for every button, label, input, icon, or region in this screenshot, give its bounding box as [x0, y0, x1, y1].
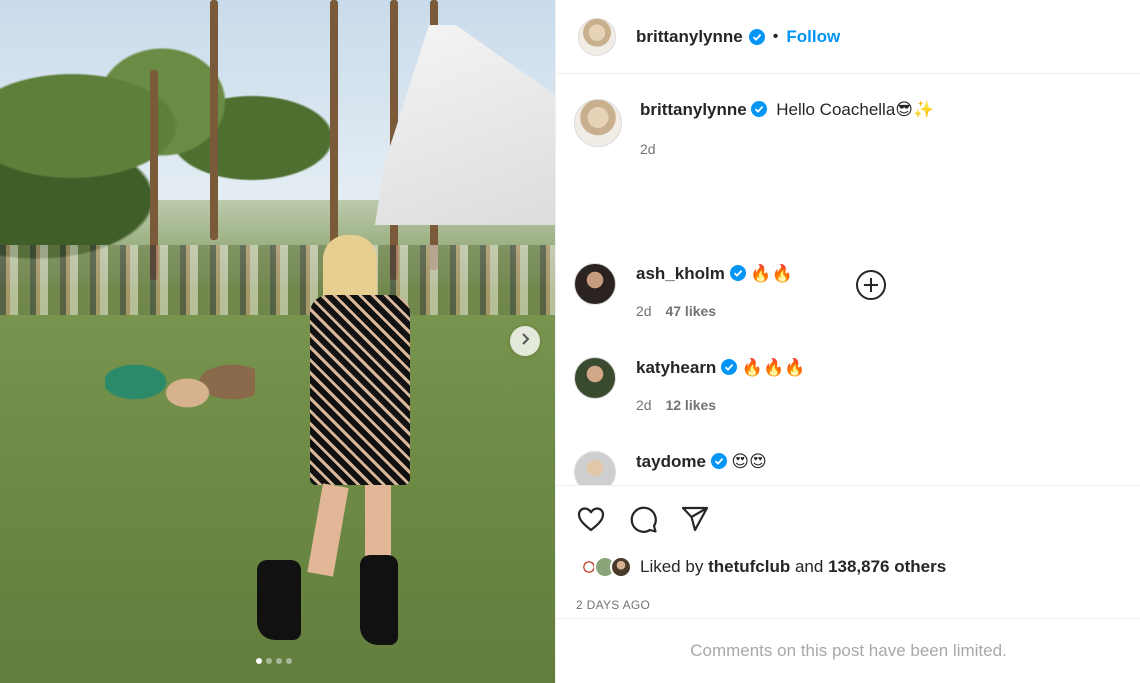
next-photo-button[interactable] [510, 326, 540, 356]
photo-seated-group [105, 338, 255, 448]
comment-username[interactable]: taydome [636, 452, 706, 471]
post-actions: Liked by thetufclub and 138,876 others 2… [556, 485, 1140, 618]
plus-circle-icon[interactable] [855, 269, 887, 301]
comment-time: 2d [636, 303, 652, 319]
carousel-dot [256, 658, 262, 664]
likes-and: and [794, 557, 824, 576]
verified-badge-icon [710, 453, 727, 469]
follow-button[interactable]: Follow [786, 27, 840, 47]
likes-count[interactable]: 138,876 others [828, 557, 946, 576]
verified-badge-icon [751, 101, 768, 117]
verified-badge-icon [729, 265, 746, 281]
post-photo[interactable] [0, 0, 555, 683]
post-date[interactable]: 2 DAYS AGO [576, 598, 650, 612]
palm-trunk [330, 0, 338, 250]
caption-username[interactable]: brittanylynne [640, 100, 747, 119]
commenter-avatar[interactable] [574, 357, 616, 399]
heart-icon[interactable] [576, 504, 606, 534]
comment-time: 2d [636, 397, 652, 413]
author-username[interactable]: brittanylynne [636, 27, 743, 47]
chevron-right-icon [517, 331, 533, 352]
post-side-panel: brittanylynne • Follow brittanylynne Hel… [555, 0, 1140, 683]
comment-username[interactable]: katyhearn [636, 358, 716, 377]
likes-user[interactable]: thetufclub [708, 557, 790, 576]
carousel-dots [256, 658, 292, 664]
likes-summary: Liked by thetufclub and 138,876 others [578, 556, 946, 578]
comments-list[interactable]: brittanylynne Hello Coachella😎✨ 2d ash_k… [556, 75, 1140, 485]
caption-row: brittanylynne Hello Coachella😎✨ 2d [574, 99, 934, 157]
commenter-avatar[interactable] [574, 451, 616, 485]
comment-row: katyhearn 🔥🔥🔥 2d 12 likes [574, 357, 805, 413]
comment-icon[interactable] [628, 504, 658, 534]
liker-avatar [610, 556, 632, 578]
author-avatar[interactable] [578, 17, 616, 56]
carousel-dot [276, 658, 282, 664]
separator-bullet: • [772, 27, 779, 45]
commenter-avatar[interactable] [574, 263, 616, 305]
author-avatar[interactable] [574, 99, 622, 147]
post-header: brittanylynne • Follow [556, 0, 1140, 74]
comment-text: 🔥🔥 [750, 264, 793, 283]
comments-limited-notice: Comments on this post have been limited. [556, 618, 1140, 683]
paper-plane-icon[interactable] [680, 504, 710, 534]
carousel-dot [266, 658, 272, 664]
photo-trees [0, 30, 360, 270]
photo-subject [255, 235, 415, 650]
verified-badge-icon [748, 28, 765, 45]
verified-badge-icon [721, 359, 738, 375]
caption-time: 2d [640, 141, 656, 157]
comment-row: ash_kholm 🔥🔥 2d 47 likes [574, 263, 793, 319]
likes-prefix: Liked by [640, 557, 704, 576]
comment-likes[interactable]: 12 likes [665, 397, 716, 413]
carousel-dot [286, 658, 292, 664]
caption-text: Hello Coachella😎✨ [776, 100, 935, 119]
comment-username[interactable]: ash_kholm [636, 264, 725, 283]
comment-row: taydome 😍😍 [574, 451, 767, 485]
palm-trunk [210, 0, 218, 240]
comment-text: 😍😍 [731, 452, 767, 471]
comment-text: 🔥🔥🔥 [741, 358, 806, 377]
comment-likes[interactable]: 47 likes [665, 303, 716, 319]
